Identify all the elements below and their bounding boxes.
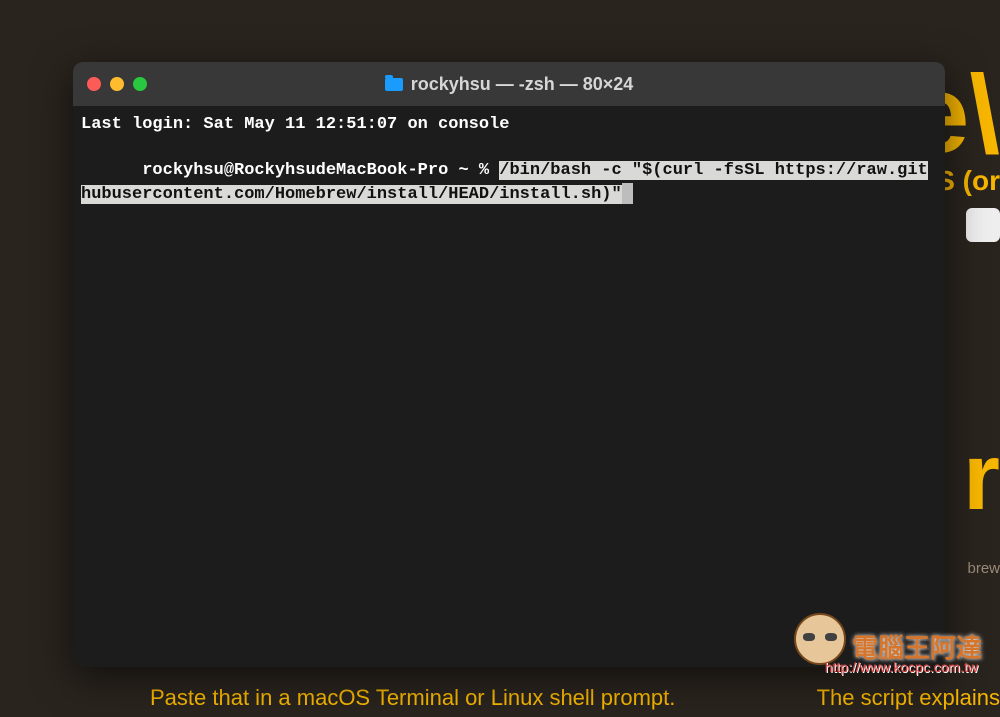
bg-instruction-text-2: The script explains	[817, 685, 1000, 711]
bg-instruction-text: Paste that in a macOS Terminal or Linux …	[150, 685, 675, 711]
fullscreen-button[interactable]	[133, 77, 147, 91]
watermark-avatar-icon	[794, 613, 846, 665]
terminal-body[interactable]: Last login: Sat May 11 12:51:07 on conso…	[73, 106, 945, 667]
bg-subtext-fragment: S (or	[936, 165, 1000, 197]
minimize-button[interactable]	[110, 77, 124, 91]
watermark: 電腦王阿達	[794, 613, 982, 665]
watermark-url: http://www.kocpc.com.tw	[825, 659, 978, 675]
bg-code-fragment: brew	[967, 560, 1000, 577]
bg-headline-fragment-2: r	[963, 430, 1000, 525]
text-cursor	[622, 183, 633, 204]
titlebar[interactable]: rockyhsu — -zsh — 80×24	[73, 62, 945, 106]
close-button[interactable]	[87, 77, 101, 91]
last-login-line: Last login: Sat May 11 12:51:07 on conso…	[81, 114, 937, 137]
window-title-text: rockyhsu — -zsh — 80×24	[411, 74, 634, 95]
traffic-lights	[87, 77, 147, 91]
folder-icon	[385, 78, 403, 91]
copy-button[interactable]	[966, 208, 1000, 242]
shell-prompt: rockyhsu@RockyhsudeMacBook-Pro ~ %	[142, 161, 499, 180]
window-title: rockyhsu — -zsh — 80×24	[73, 74, 945, 95]
terminal-window[interactable]: rockyhsu — -zsh — 80×24 Last login: Sat …	[73, 62, 945, 667]
prompt-line: rockyhsu@RockyhsudeMacBook-Pro ~ % /bin/…	[81, 137, 937, 230]
